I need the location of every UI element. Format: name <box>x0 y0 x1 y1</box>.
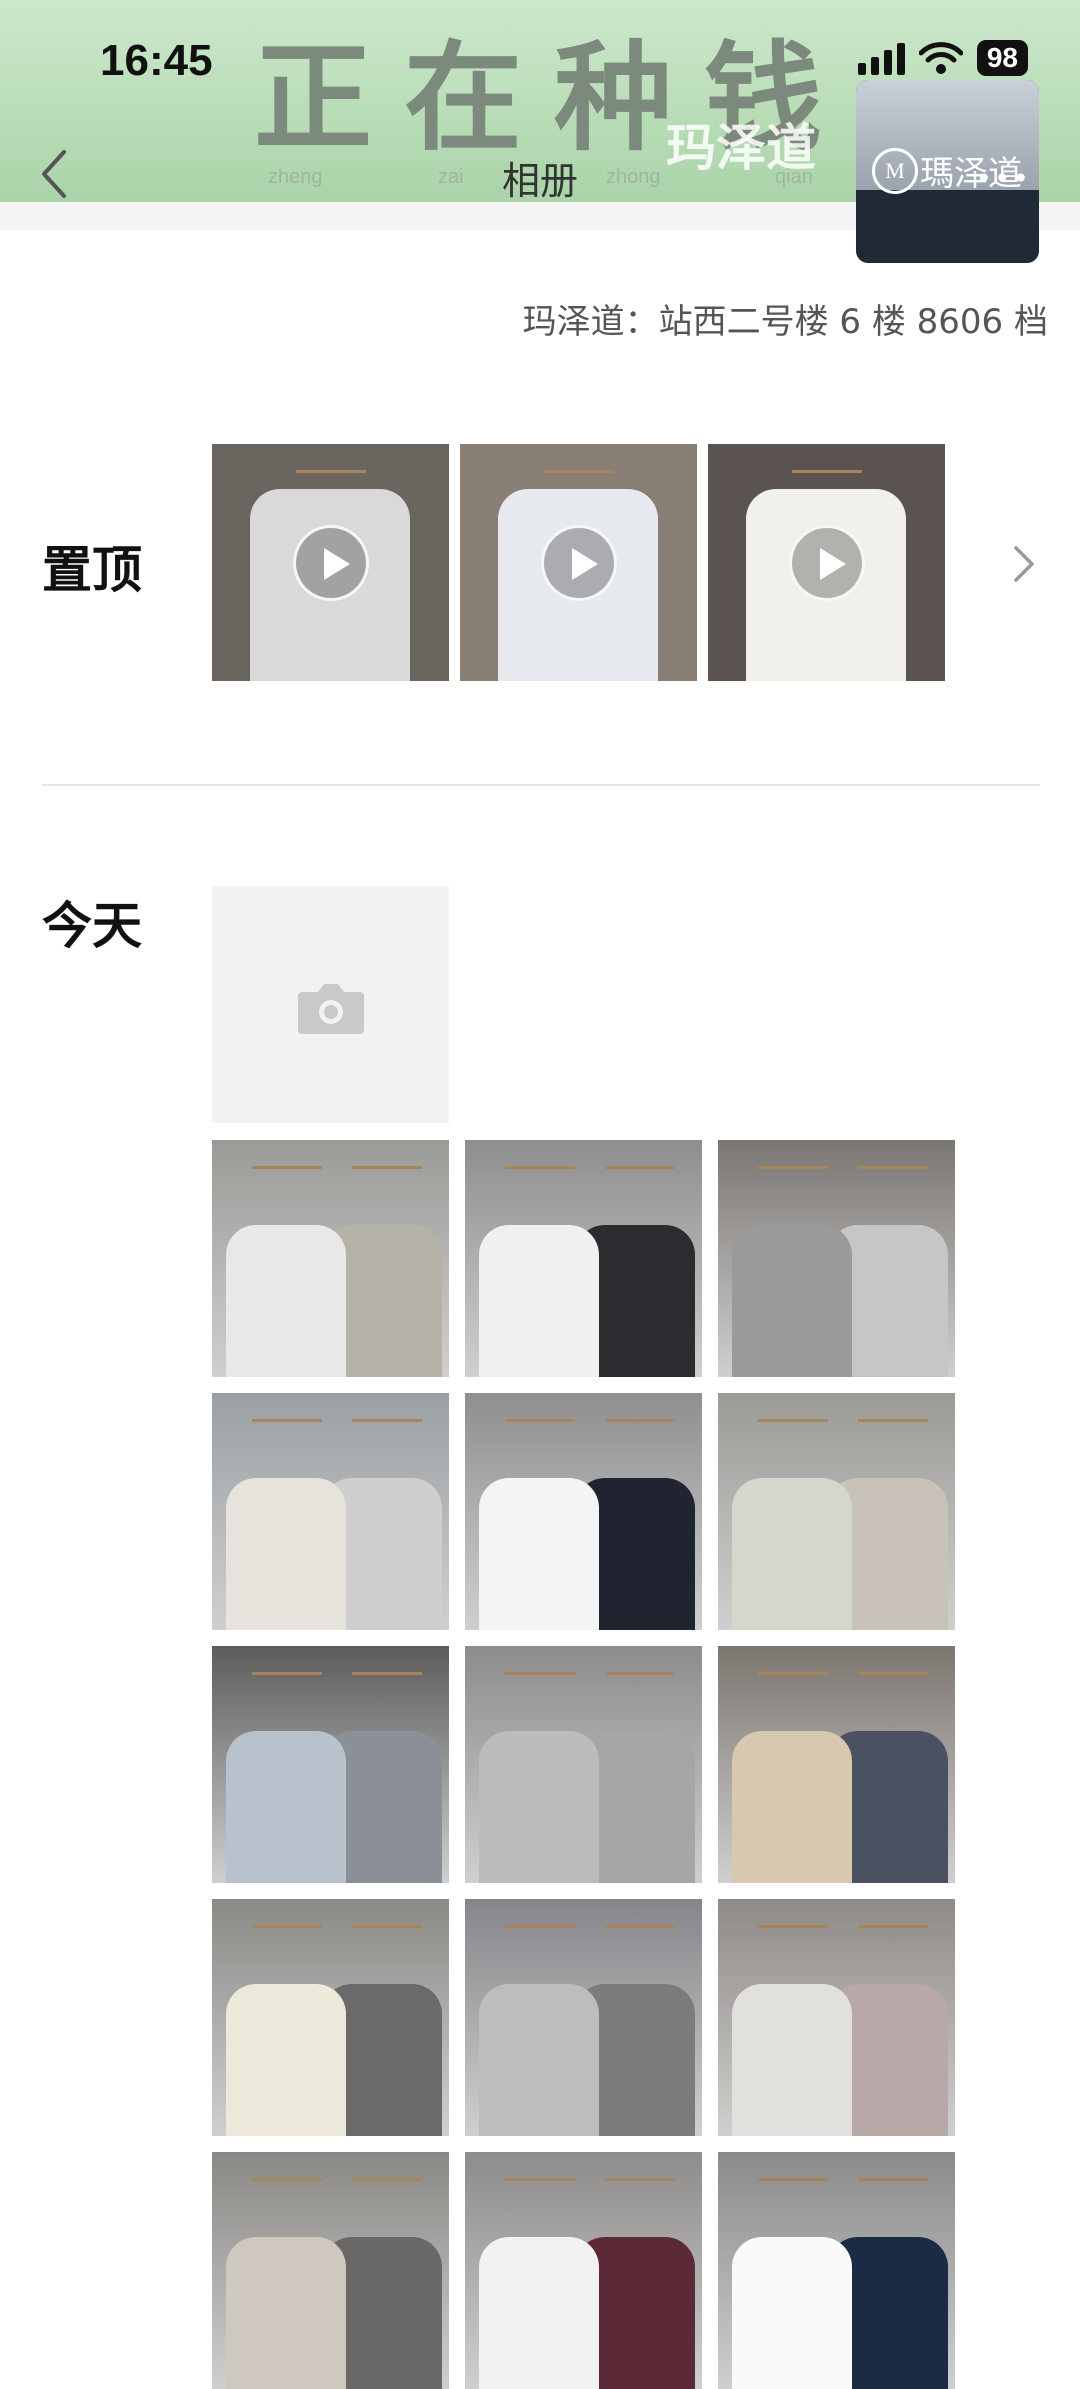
chevron-right-icon[interactable] <box>1010 544 1038 584</box>
camera-icon <box>298 984 364 1034</box>
shirt-image <box>226 1731 346 1883</box>
store-address: 玛泽道：站西二号楼 6 楼 8606 档 <box>522 302 1048 342</box>
hanger <box>605 1925 675 1942</box>
shirt-image <box>226 2237 346 2389</box>
hanger <box>544 470 614 487</box>
store-logo-card[interactable]: M 瑪泽道 ••• <box>856 80 1039 263</box>
hanger <box>858 1925 928 1942</box>
pinned-video-thumbnail[interactable] <box>460 444 697 681</box>
hanger <box>352 1166 422 1183</box>
hanger <box>252 1166 322 1183</box>
photo-thumbnail[interactable] <box>212 1393 449 1630</box>
shirt-image <box>732 1478 852 1630</box>
photo-thumbnail[interactable] <box>718 1140 955 1377</box>
play-icon <box>540 524 617 601</box>
hanger <box>605 1419 675 1436</box>
photo-thumbnail[interactable] <box>212 1899 449 2136</box>
hanger <box>252 1419 322 1436</box>
pinned-row <box>212 444 945 681</box>
hanger <box>252 1672 322 1689</box>
battery-indicator: 98 <box>976 40 1028 76</box>
photo-thumbnail[interactable] <box>212 1646 449 1883</box>
more-icon[interactable]: ••• <box>975 162 1031 195</box>
shirt-image <box>479 1984 599 2136</box>
wifi-icon <box>918 42 963 74</box>
shirt-image <box>732 1984 852 2136</box>
hanger <box>605 1166 675 1183</box>
photo-thumbnail[interactable] <box>465 1646 702 1883</box>
hanger <box>758 1419 828 1436</box>
shirt-image <box>732 2237 852 2389</box>
shirt-image <box>226 1984 346 2136</box>
photo-thumbnail[interactable] <box>718 1646 955 1883</box>
hanger <box>252 2178 322 2195</box>
status-time: 16:45 <box>100 36 213 85</box>
today-section-label: 今天 <box>42 897 142 955</box>
photo-thumbnail[interactable] <box>718 1393 955 1630</box>
shirt-image <box>479 2237 599 2389</box>
hanger <box>505 2178 575 2195</box>
status-icons: 98 <box>857 40 1028 76</box>
photo-thumbnail[interactable] <box>465 1393 702 1630</box>
hanger <box>505 1672 575 1689</box>
photo-thumbnail[interactable] <box>465 1140 702 1377</box>
shirt-image <box>226 1225 346 1377</box>
banner-char: 在 <box>403 29 522 167</box>
photo-thumbnail[interactable] <box>718 2152 955 2389</box>
photo-thumbnail[interactable] <box>465 1899 702 2136</box>
hanger <box>605 1672 675 1689</box>
hanger <box>352 1419 422 1436</box>
hanger <box>858 2178 928 2195</box>
pinned-section-label: 置顶 <box>42 541 142 599</box>
hanger <box>252 1925 322 1942</box>
hanger <box>505 1925 575 1942</box>
photo-grid <box>212 1140 955 2389</box>
pinned-video-thumbnail[interactable] <box>212 444 449 681</box>
brand-overlay: 玛泽道 <box>666 119 816 177</box>
section-divider <box>42 784 1040 786</box>
cellular-signal-icon <box>857 41 905 75</box>
hanger <box>296 470 366 487</box>
hanger <box>758 2178 828 2195</box>
play-icon <box>788 524 865 601</box>
hanger <box>758 1672 828 1689</box>
upload-photo-button[interactable] <box>212 886 449 1123</box>
hanger <box>858 1672 928 1689</box>
hanger <box>605 2178 675 2195</box>
shirt-image <box>226 1478 346 1630</box>
hanger <box>352 2178 422 2195</box>
hanger <box>858 1419 928 1436</box>
play-icon <box>292 524 369 601</box>
photo-thumbnail[interactable] <box>718 1899 955 2136</box>
photo-thumbnail[interactable] <box>212 2152 449 2389</box>
hanger <box>352 1672 422 1689</box>
shirt-image <box>479 1478 599 1630</box>
hanger <box>858 1166 928 1183</box>
photo-thumbnail[interactable] <box>212 1140 449 1377</box>
shirt-image <box>732 1731 852 1883</box>
logo-mark-icon: M <box>872 148 918 194</box>
photo-thumbnail[interactable] <box>465 2152 702 2389</box>
shirt-image <box>732 1225 852 1377</box>
hanger <box>758 1925 828 1942</box>
banner-char: 正 <box>253 29 372 167</box>
shirt-image <box>479 1731 599 1883</box>
hanger <box>505 1166 575 1183</box>
hanger <box>758 1166 828 1183</box>
pinned-video-thumbnail[interactable] <box>708 444 945 681</box>
hanger <box>505 1419 575 1436</box>
shirt-image <box>479 1225 599 1377</box>
hanger <box>792 470 862 487</box>
hanger <box>352 1925 422 1942</box>
